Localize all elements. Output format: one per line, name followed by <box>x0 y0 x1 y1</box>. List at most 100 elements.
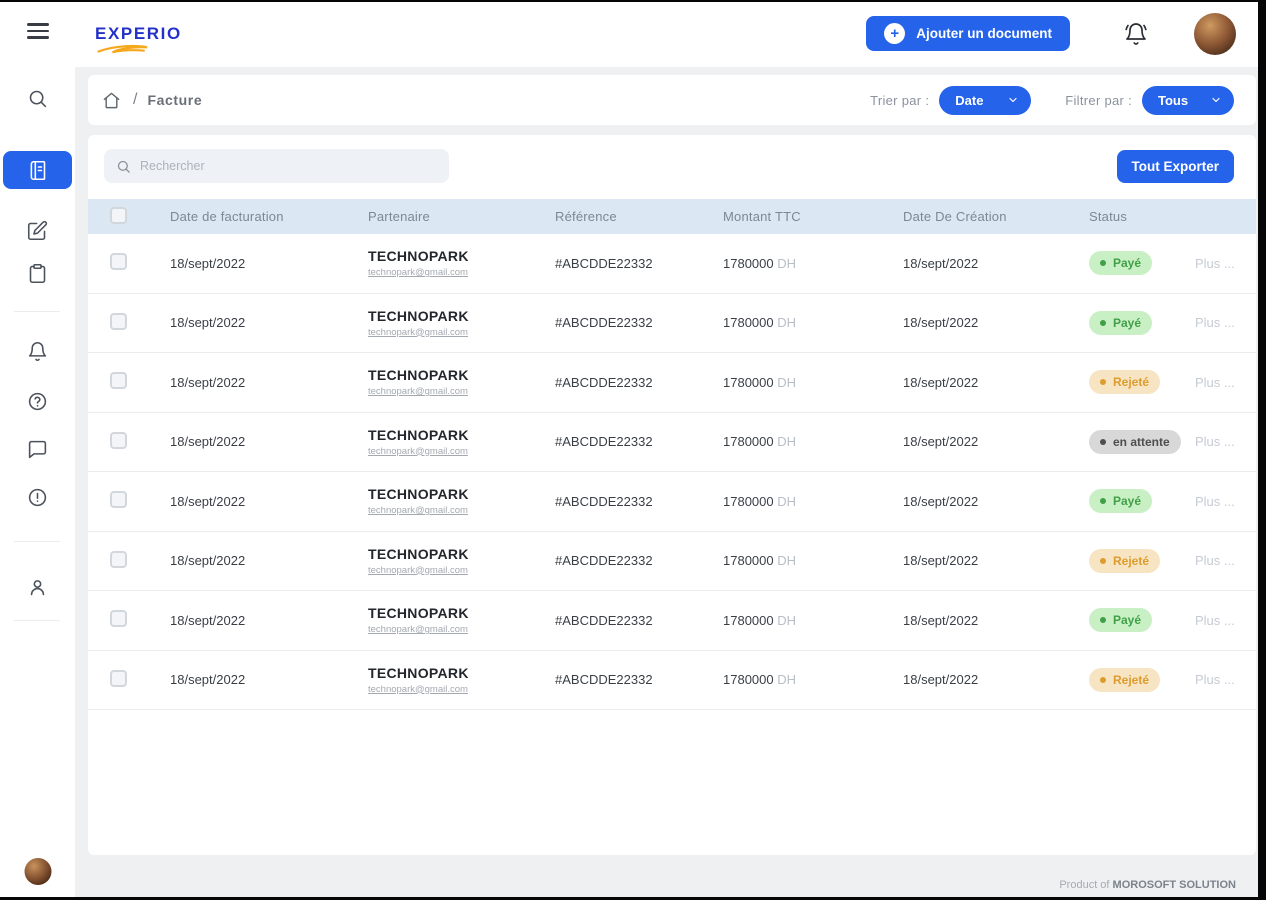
menu-button[interactable] <box>17 11 59 51</box>
row-more-button[interactable]: Plus ... <box>1195 315 1240 330</box>
sidebar-item-orders[interactable] <box>17 253 59 293</box>
invoice-reference: #ABCDDE22332 <box>555 672 653 688</box>
filter-select[interactable]: Tous <box>1142 85 1234 115</box>
partner-email[interactable]: technopark@gmail.com <box>368 505 555 516</box>
row-more-button[interactable]: Plus ... <box>1195 613 1240 628</box>
row-checkbox[interactable] <box>110 253 127 271</box>
row-checkbox[interactable] <box>110 312 127 330</box>
status-badge: Rejeté <box>1089 667 1161 692</box>
row-more-button[interactable]: Plus ... <box>1195 553 1240 568</box>
logo-text: EXPERIO <box>95 23 182 43</box>
row-more-button[interactable]: Plus ... <box>1195 494 1240 509</box>
invoice-reference: #ABCDDE22332 <box>555 374 653 390</box>
sidebar-item-alerts[interactable] <box>17 477 59 517</box>
logo[interactable]: EXPERIO <box>95 23 182 53</box>
sidebar-item-documents[interactable] <box>17 210 59 250</box>
table-row: 18/sept/2022 TECHNOPARK technopark@gmail… <box>88 234 1256 294</box>
footer-prefix: Product of <box>1059 879 1113 891</box>
table-body: 18/sept/2022 TECHNOPARK technopark@gmail… <box>88 234 1256 710</box>
home-button[interactable] <box>102 91 121 110</box>
chevron-down-icon <box>1009 97 1017 103</box>
sidebar-avatar[interactable] <box>24 858 51 885</box>
sort-value: Date <box>955 92 984 108</box>
invoice-amount: 1780000 DH <box>723 553 903 568</box>
app-window: EXPERIO + Ajouter un document / Facture … <box>0 0 1266 900</box>
invoice-billing-date: 18/sept/2022 <box>170 672 246 688</box>
row-checkbox[interactable] <box>110 550 127 568</box>
sidebar-item-messages[interactable] <box>17 429 59 469</box>
add-document-button[interactable]: + Ajouter un document <box>866 16 1070 51</box>
table-header: Date de facturation Partenaire Référence… <box>88 199 1256 234</box>
amount-value: 1780000 <box>723 374 774 390</box>
amount-currency: DH <box>777 434 797 450</box>
user-avatar[interactable] <box>1194 12 1236 55</box>
column-header-reference: Référence <box>555 209 617 224</box>
invoice-creation-date: 18/sept/2022 <box>903 672 979 688</box>
column-header-creation-date: Date De Création <box>903 209 1007 224</box>
home-icon <box>103 92 120 108</box>
row-checkbox[interactable] <box>110 431 127 449</box>
partner-email[interactable]: technopark@gmail.com <box>368 327 555 338</box>
search-input[interactable] <box>140 159 437 173</box>
footer-company: MOROSOFT SOLUTION <box>1112 879 1236 891</box>
logo-swoosh-icon <box>97 44 148 53</box>
partner-name: TECHNOPARK <box>368 605 469 622</box>
amount-currency: DH <box>777 672 797 688</box>
select-all-checkbox[interactable] <box>110 206 127 224</box>
status-dot-icon <box>1100 379 1106 386</box>
amount-currency: DH <box>777 255 797 271</box>
partner-email[interactable]: technopark@gmail.com <box>368 684 555 695</box>
export-all-button[interactable]: Tout Exporter <box>1116 149 1234 183</box>
invoice-creation-date: 18/sept/2022 <box>903 434 979 450</box>
partner-cell: TECHNOPARK technopark@gmail.com <box>368 486 555 516</box>
row-checkbox[interactable] <box>110 610 127 628</box>
row-checkbox[interactable] <box>110 372 127 390</box>
invoice-amount: 1780000 DH <box>723 434 903 449</box>
status-label: Rejeté <box>1113 672 1150 687</box>
amount-currency: DH <box>777 553 797 569</box>
table-row: 18/sept/2022 TECHNOPARK technopark@gmail… <box>88 413 1256 472</box>
screen-edge <box>0 0 1266 2</box>
sidebar-item-profile[interactable] <box>17 567 59 607</box>
search-icon <box>117 160 130 173</box>
search-box[interactable] <box>104 149 449 183</box>
chat-icon <box>28 440 47 458</box>
row-more-button[interactable]: Plus ... <box>1195 375 1240 390</box>
amount-currency: DH <box>777 374 797 390</box>
amount-currency: DH <box>777 493 797 509</box>
partner-email[interactable]: technopark@gmail.com <box>368 267 555 278</box>
partner-cell: TECHNOPARK technopark@gmail.com <box>368 427 555 457</box>
invoice-list-card: Tout Exporter Date de facturation Parten… <box>88 135 1256 855</box>
sidebar-item-help[interactable] <box>17 381 59 421</box>
invoice-billing-date: 18/sept/2022 <box>170 434 246 450</box>
column-header-partner: Partenaire <box>368 209 430 224</box>
sort-select[interactable]: Date <box>939 85 1032 115</box>
column-header-amount: Montant TTC <box>723 209 801 224</box>
row-checkbox[interactable] <box>110 669 127 687</box>
row-checkbox[interactable] <box>110 491 127 509</box>
amount-currency: DH <box>777 612 797 628</box>
status-badge: Payé <box>1089 489 1153 514</box>
notifications-button[interactable] <box>1124 22 1148 46</box>
invoice-creation-date: 18/sept/2022 <box>903 612 979 628</box>
row-more-button[interactable]: Plus ... <box>1195 256 1240 271</box>
row-more-button[interactable]: Plus ... <box>1195 434 1240 449</box>
list-controls: Trier par : Date Filtrer par : Tous <box>870 85 1234 115</box>
partner-cell: TECHNOPARK technopark@gmail.com <box>368 248 555 278</box>
sidebar-item-notifications[interactable] <box>17 331 59 371</box>
invoice-reference: #ABCDDE22332 <box>555 612 653 628</box>
invoice-amount: 1780000 DH <box>723 375 903 390</box>
row-more-button[interactable]: Plus ... <box>1195 672 1240 687</box>
amount-value: 1780000 <box>723 434 774 450</box>
invoice-reference: #ABCDDE22332 <box>555 315 653 331</box>
invoice-amount: 1780000 DH <box>723 256 903 271</box>
partner-email[interactable]: technopark@gmail.com <box>368 446 555 457</box>
partner-cell: TECHNOPARK technopark@gmail.com <box>368 605 555 635</box>
partner-email[interactable]: technopark@gmail.com <box>368 624 555 635</box>
sidebar-search-button[interactable] <box>17 78 59 118</box>
invoice-billing-date: 18/sept/2022 <box>170 315 246 331</box>
partner-email[interactable]: technopark@gmail.com <box>368 565 555 576</box>
partner-email[interactable]: technopark@gmail.com <box>368 386 555 397</box>
add-document-label: Ajouter un document <box>916 26 1052 41</box>
sidebar-item-invoices[interactable] <box>3 151 72 189</box>
